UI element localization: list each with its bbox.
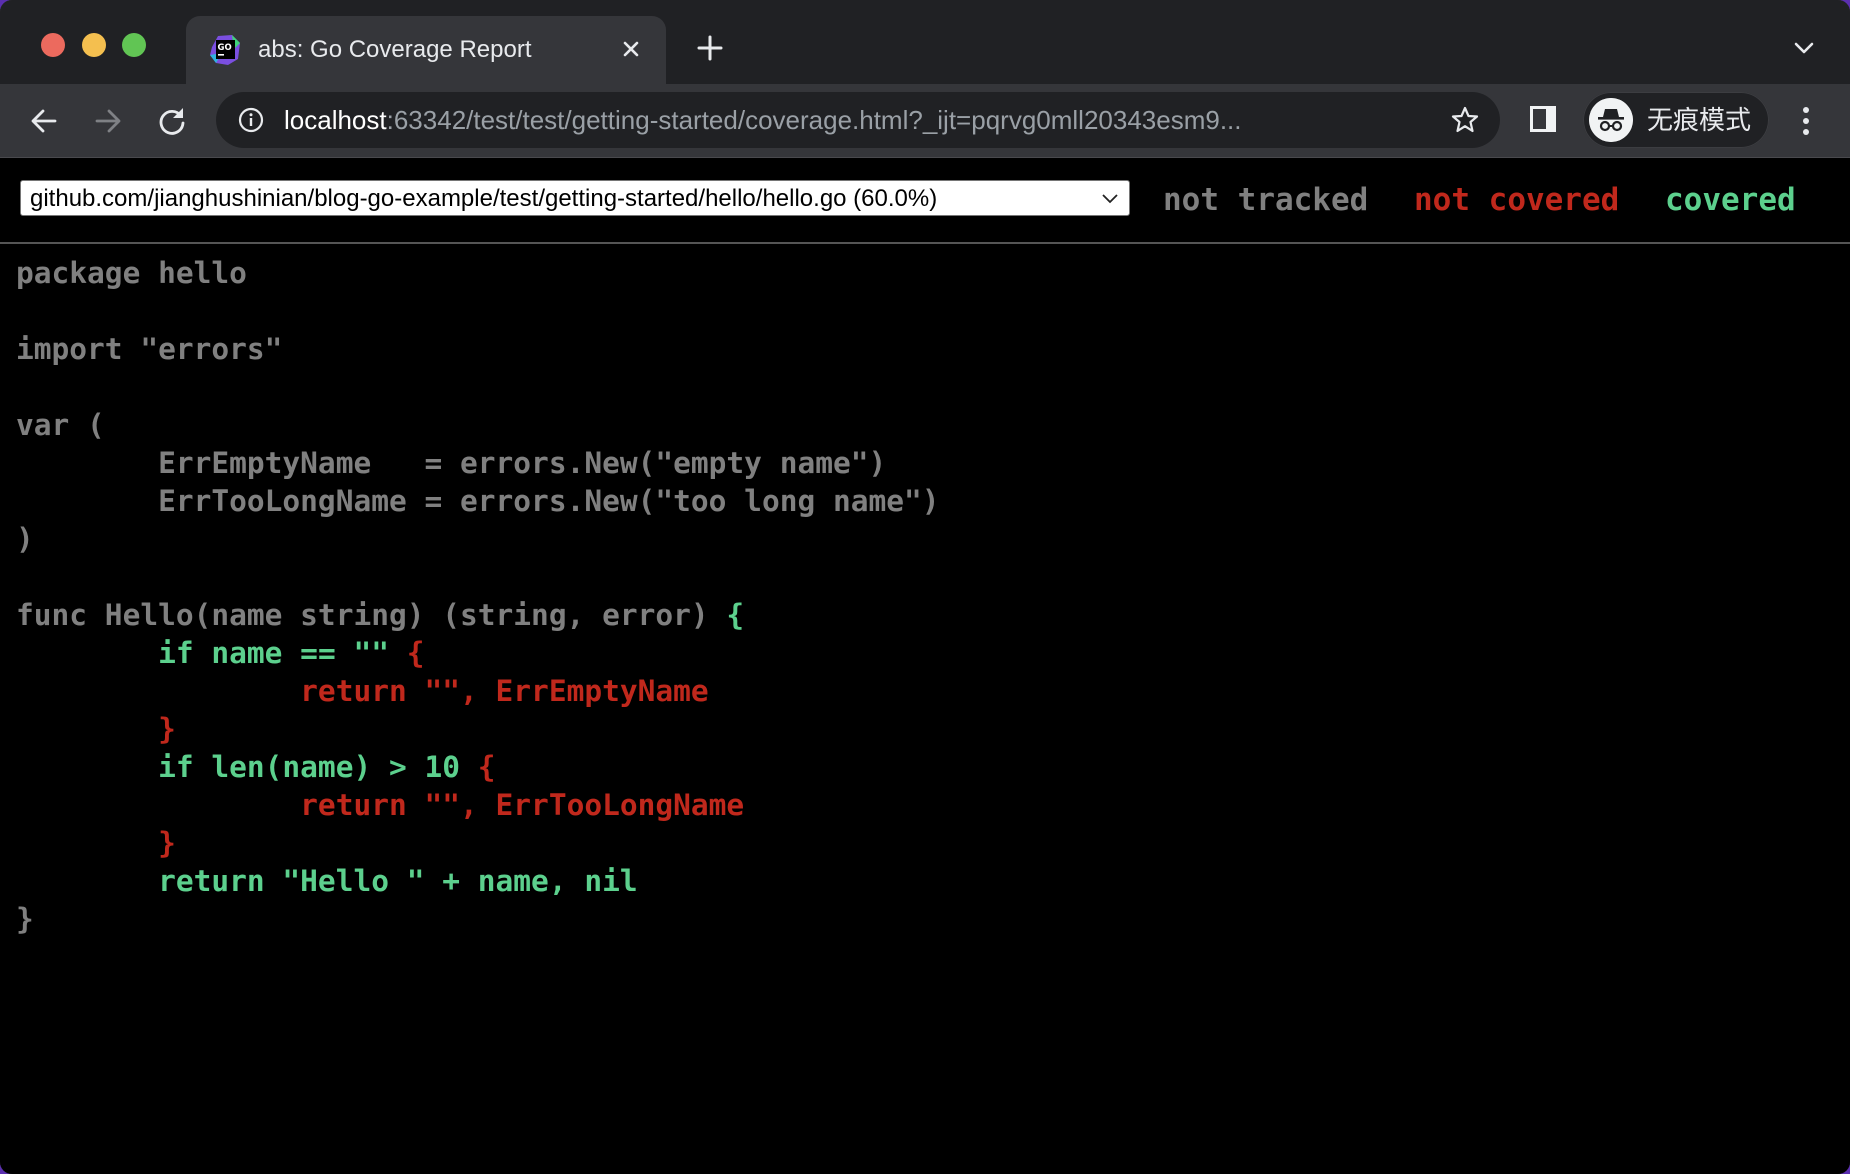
code-segment-not-tracked: func Hello(name string) (string, error)	[16, 598, 727, 632]
close-tab-icon[interactable]	[614, 32, 648, 66]
report-topbar: github.com/jianghushinian/blog-go-exampl…	[0, 158, 1850, 244]
url-host: localhost	[284, 105, 387, 135]
tab-title: abs: Go Coverage Report	[258, 36, 532, 63]
source-code: package hello import "errors" var ( ErrEmp…	[16, 254, 940, 938]
incognito-indicator[interactable]: 无痕模式	[1583, 92, 1769, 148]
code-segment-not-tracked: import "errors"	[16, 332, 283, 366]
new-tab-button[interactable]	[690, 28, 730, 68]
code-segment-not-covered: {	[460, 750, 496, 784]
forward-arrow-icon[interactable]	[89, 102, 127, 140]
svg-text:GO: GO	[218, 43, 232, 53]
legend-covered: covered	[1665, 182, 1796, 218]
code-line: return "", ErrTooLongName	[16, 786, 940, 824]
code-line: return "Hello " + name, nil	[16, 862, 940, 900]
window-close-button[interactable]	[41, 33, 65, 57]
window-maximize-button[interactable]	[122, 33, 146, 57]
window-minimize-button[interactable]	[82, 33, 106, 57]
url-text[interactable]: localhost:63342/test/test/getting-starte…	[284, 104, 1434, 136]
file-select[interactable]: github.com/jianghushinian/blog-go-exampl…	[20, 180, 1130, 216]
incognito-icon	[1589, 98, 1633, 142]
code-segment-not-tracked: ErrTooLongName = errors.New("too long na…	[16, 484, 940, 518]
code-line: var (	[16, 406, 940, 444]
code-line: if len(name) > 10 {	[16, 748, 940, 786]
chevron-down-icon	[1102, 194, 1118, 204]
code-segment-not-tracked: }	[16, 902, 34, 936]
code-segment-covered	[16, 636, 158, 670]
code-segment-not-tracked: var (	[16, 408, 105, 442]
code-segment-not-covered: return "", ErrTooLongName	[16, 788, 745, 822]
file-select-value: github.com/jianghushinian/blog-go-exampl…	[30, 185, 938, 212]
code-line: }	[16, 710, 940, 748]
back-arrow-icon[interactable]	[25, 102, 63, 140]
code-segment-covered: if len(name) > 10	[16, 750, 461, 784]
code-line: package hello	[16, 254, 940, 292]
code-line: }	[16, 900, 940, 938]
code-line: }	[16, 824, 940, 862]
code-line: import "errors"	[16, 330, 940, 368]
bookmark-star-icon[interactable]	[1450, 105, 1480, 135]
code-line: ErrTooLongName = errors.New("too long na…	[16, 482, 940, 520]
address-bar[interactable]: localhost:63342/test/test/getting-starte…	[216, 92, 1500, 148]
tab-go-coverage-report[interactable]: GO abs: Go Coverage Report	[186, 16, 666, 84]
code-segment-not-covered: {	[388, 636, 425, 670]
tab-strip: GO abs: Go Coverage Report	[0, 0, 1850, 84]
site-info-icon[interactable]	[238, 107, 264, 133]
code-segment-not-tracked: ErrEmptyName = errors.New("empty name")	[16, 446, 887, 480]
code-line: if name == "" {	[16, 634, 940, 672]
code-line: )	[16, 520, 940, 558]
side-panel-icon[interactable]	[1528, 104, 1558, 134]
code-line: return "", ErrEmptyName	[16, 672, 940, 710]
code-segment-not-tracked: package hello	[16, 256, 247, 290]
tab-search-chevron-icon[interactable]	[1790, 34, 1818, 62]
code-segment-not-covered: }	[16, 712, 176, 746]
code-line: ErrEmptyName = errors.New("empty name")	[16, 444, 940, 482]
code-line: func Hello(name string) (string, error) …	[16, 596, 940, 634]
code-segment-not-covered: return "", ErrEmptyName	[16, 674, 709, 708]
code-segment-covered: return "Hello " + name, nil	[16, 864, 638, 898]
reload-icon[interactable]	[153, 102, 191, 140]
code-segment-not-tracked: )	[16, 522, 34, 556]
browser-toolbar: localhost:63342/test/test/getting-starte…	[0, 84, 1850, 158]
code-segment-not-covered: }	[16, 826, 176, 860]
incognito-label: 无痕模式	[1647, 105, 1752, 135]
legend-not-covered: not covered	[1414, 182, 1620, 218]
coverage-report-page: github.com/jianghushinian/blog-go-exampl…	[0, 158, 1850, 1174]
legend-not-tracked: not tracked	[1163, 182, 1369, 218]
code-segment-covered: {	[726, 598, 745, 632]
browser-window: GO abs: Go Coverage Report localhost:633…	[0, 0, 1850, 1174]
url-path: :63342/test/test/getting-started/coverag…	[386, 105, 1242, 135]
code-segment-covered: if name == ""	[158, 636, 389, 670]
more-menu-icon[interactable]	[1792, 102, 1820, 140]
goland-icon: GO	[210, 35, 240, 65]
